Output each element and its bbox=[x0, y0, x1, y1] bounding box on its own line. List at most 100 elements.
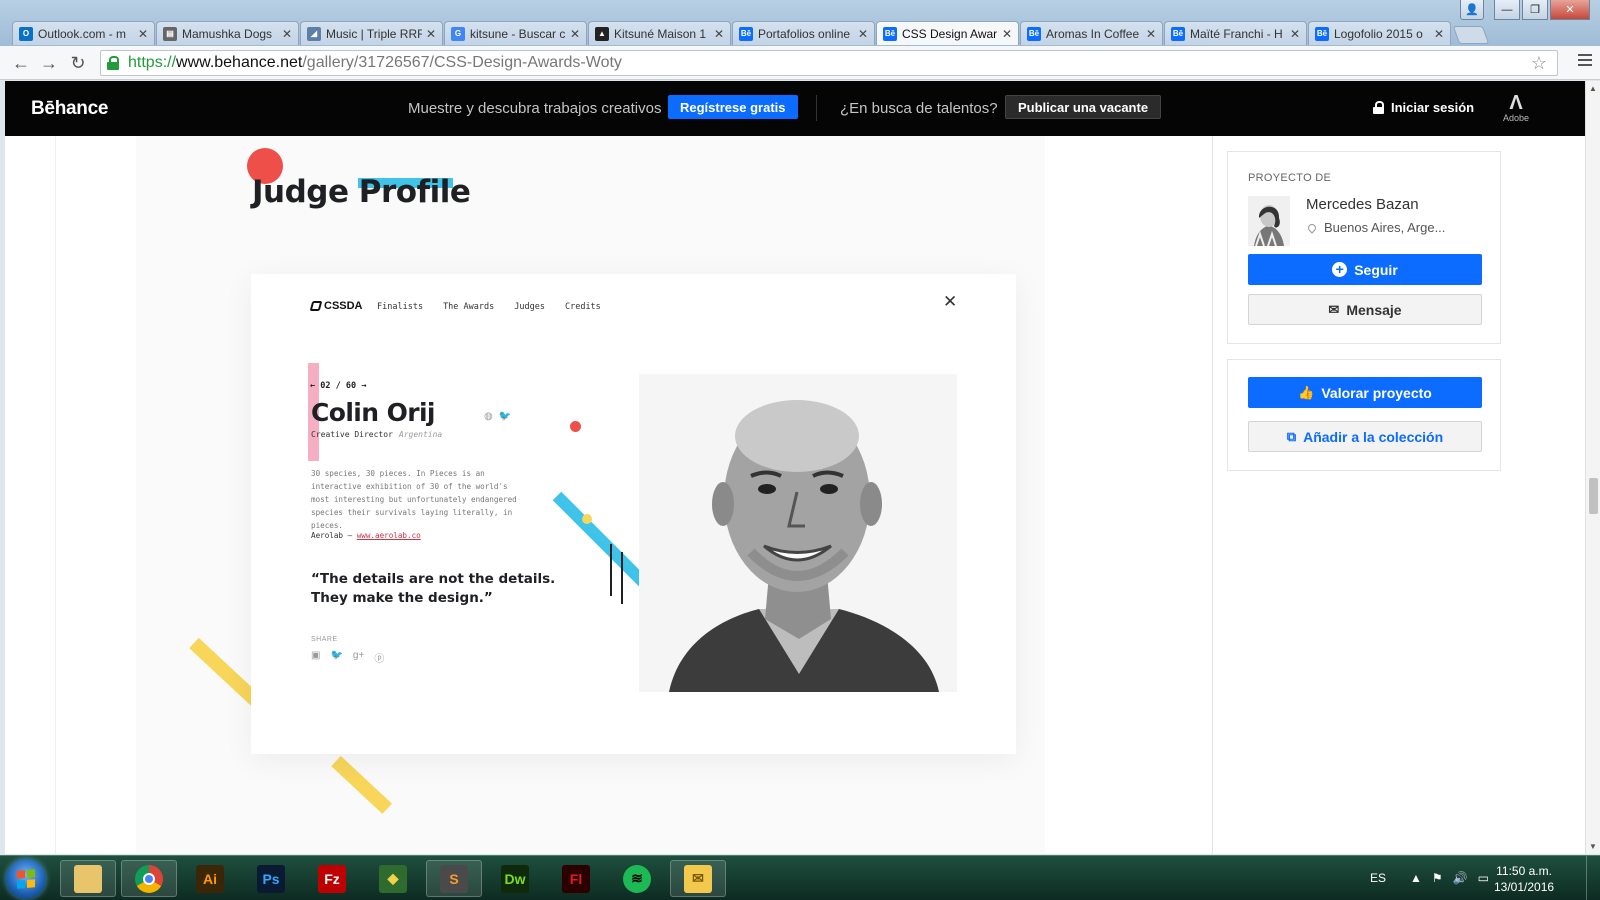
clock[interactable]: 11:50 a.m. 13/01/2016 bbox=[1494, 863, 1554, 895]
taskbar-app[interactable]: Dw bbox=[487, 860, 543, 897]
prev-arrow-icon[interactable]: ← bbox=[310, 381, 315, 391]
volume-icon[interactable]: 🔊 bbox=[1453, 871, 1468, 885]
reload-button[interactable]: ↻ bbox=[67, 52, 89, 74]
register-button[interactable]: Regístrese gratis bbox=[668, 95, 798, 119]
taskbar-app[interactable]: S bbox=[426, 860, 482, 897]
share-googleplus-icon[interactable]: g+ bbox=[353, 650, 364, 665]
tab-label: Aromas In Coffee bbox=[1046, 26, 1140, 41]
browser-tab[interactable]: ◢ Music | Triple RRF ✕ bbox=[300, 21, 443, 45]
tab-close-icon[interactable]: ✕ bbox=[282, 27, 292, 41]
scroll-up-icon[interactable]: ▲ bbox=[1589, 84, 1597, 93]
section-title: Judge Profile bbox=[252, 174, 471, 210]
tab-close-icon[interactable]: ✕ bbox=[858, 27, 868, 41]
show-desktop-button[interactable] bbox=[1586, 856, 1600, 900]
browser-tab[interactable]: ▤ Mamushka Dogs ✕ bbox=[156, 21, 299, 45]
company-name: Aerolab – bbox=[311, 531, 357, 540]
outlook-tb-icon: ✉ bbox=[684, 864, 712, 893]
url-scheme: https:// bbox=[128, 54, 177, 71]
taskbar-app[interactable]: ✉ bbox=[670, 860, 726, 897]
tab-close-icon[interactable]: ✕ bbox=[426, 27, 436, 41]
chrome-menu-icon[interactable] bbox=[1578, 54, 1592, 69]
browser-tab[interactable]: ▲ Kitsuné Maison 1 ✕ bbox=[588, 21, 731, 45]
scroll-down-icon[interactable]: ▼ bbox=[1589, 842, 1597, 851]
behance-logo[interactable]: Bēhance bbox=[31, 98, 108, 120]
close-window-button[interactable]: ✕ bbox=[1550, 0, 1590, 20]
owner-name[interactable]: Mercedes Bazan bbox=[1306, 196, 1419, 213]
card-nav-item[interactable]: Finalists bbox=[377, 302, 423, 312]
address-bar[interactable]: https:// www.behance.net /gallery/317265… bbox=[100, 50, 1558, 76]
github-icon[interactable]: ◍ bbox=[484, 411, 493, 422]
cssda-logo[interactable]: CSSDA bbox=[309, 300, 363, 312]
taskbar-app[interactable]: Ai bbox=[182, 860, 238, 897]
tab-close-icon[interactable]: ✕ bbox=[714, 27, 724, 41]
taskbar-app[interactable]: Ps bbox=[243, 860, 299, 897]
bookmark-star-icon[interactable]: ☆ bbox=[1531, 53, 1547, 74]
forward-button[interactable]: → bbox=[38, 52, 60, 74]
card-nav-item[interactable]: Judges bbox=[514, 302, 545, 312]
show-hidden-icons-icon[interactable]: ▲ bbox=[1410, 871, 1422, 885]
back-button[interactable]: ← bbox=[10, 52, 32, 74]
browser-tab[interactable]: Bē Portafolios online ✕ bbox=[732, 21, 875, 45]
judge-bio: 30 species, 30 pieces. In Pieces is an i… bbox=[311, 469, 517, 530]
appreciate-button[interactable]: 👍 Valorar proyecto bbox=[1248, 377, 1482, 408]
browser-tab[interactable]: O Outlook.com - m ✕ bbox=[12, 21, 155, 45]
taskbar-app[interactable]: Fl bbox=[548, 860, 604, 897]
browser-tab[interactable]: Gkitsune - Buscar c ✕ bbox=[444, 21, 587, 45]
browser-tab[interactable]: Bē Aromas In Coffee ✕ bbox=[1020, 21, 1163, 45]
new-tab-button[interactable] bbox=[1452, 26, 1490, 44]
login-link[interactable]: Iniciar sesión bbox=[1373, 100, 1474, 115]
twitter-icon[interactable]: 🐦 bbox=[499, 411, 511, 422]
follow-button[interactable]: + Seguir bbox=[1248, 254, 1482, 285]
minimize-button[interactable]: — bbox=[1494, 0, 1520, 20]
share-label: SHARE bbox=[311, 636, 338, 643]
share-pinterest-icon[interactable]: ⓟ bbox=[374, 650, 384, 665]
card-nav-item[interactable]: The Awards bbox=[443, 302, 494, 312]
page-icon: ▤ bbox=[163, 26, 177, 41]
taskbar-app[interactable]: ◆ bbox=[365, 860, 421, 897]
cssda-logo-text: CSSDA bbox=[324, 300, 363, 312]
tab-close-icon[interactable]: ✕ bbox=[1002, 27, 1012, 41]
dreamweaver-icon: Dw bbox=[501, 864, 529, 893]
browser-tab[interactable]: Bē Logofolio 2015 o ✕ bbox=[1308, 21, 1451, 45]
action-center-flag-icon[interactable]: ⚑ bbox=[1432, 871, 1443, 885]
company-website-link[interactable]: www.aerolab.co bbox=[357, 531, 421, 540]
card-close-icon[interactable]: ✕ bbox=[943, 292, 957, 312]
add-to-collection-button[interactable]: ⧉ Añadir a la colección bbox=[1248, 421, 1482, 452]
tab-close-icon[interactable]: ✕ bbox=[138, 27, 148, 41]
browser-tab[interactable]: Bē Maïté Franchi - H ✕ bbox=[1164, 21, 1307, 45]
location-pin-icon bbox=[1306, 221, 1318, 234]
post-job-button[interactable]: Publicar una vacante bbox=[1005, 95, 1162, 119]
tab-label: Logofolio 2015 o bbox=[1334, 26, 1423, 41]
login-label: Iniciar sesión bbox=[1391, 100, 1475, 115]
network-icon[interactable]: ▭ bbox=[1478, 871, 1489, 885]
tab-close-icon[interactable]: ✕ bbox=[1290, 27, 1300, 41]
decor-black-line bbox=[621, 552, 623, 604]
tab-close-icon[interactable]: ✕ bbox=[1434, 27, 1444, 41]
card-nav-item[interactable]: Credits bbox=[565, 302, 601, 312]
header-tagline: Muestre y descubra trabajos creativos bbox=[408, 100, 662, 117]
taskbar-app[interactable]: Fz bbox=[304, 860, 360, 897]
browser-tab[interactable]: Bē CSS Design Awar ✕ bbox=[876, 21, 1019, 45]
tab-label: kitsune - Buscar c bbox=[470, 26, 566, 41]
tab-label: Outlook.com - m bbox=[38, 26, 127, 41]
start-button[interactable] bbox=[6, 859, 46, 899]
add-collection-label: Añadir a la colección bbox=[1303, 428, 1444, 445]
taskbar-app[interactable]: ≋ bbox=[609, 860, 665, 897]
next-arrow-icon[interactable]: → bbox=[361, 381, 366, 391]
tab-close-icon[interactable]: ✕ bbox=[570, 27, 580, 41]
taskbar-app[interactable] bbox=[60, 860, 116, 897]
scroll-thumb[interactable] bbox=[1589, 478, 1598, 514]
profile-icon[interactable]: 👤 bbox=[1460, 0, 1484, 20]
message-button[interactable]: ✉ Mensaje bbox=[1248, 294, 1482, 325]
judge-role-line: Creative Director Argentina bbox=[311, 430, 442, 439]
maximize-button[interactable]: ❐ bbox=[1522, 0, 1548, 20]
adobe-logo[interactable]: Λ Adobe bbox=[1503, 93, 1529, 123]
share-twitter-icon[interactable]: 🐦 bbox=[330, 650, 342, 665]
tab-close-icon[interactable]: ✕ bbox=[1146, 27, 1156, 41]
share-facebook-icon[interactable]: ▣ bbox=[311, 650, 320, 665]
tray-icons: ▲ ⚑ 🔊 ▭ bbox=[1410, 871, 1489, 885]
page-scrollbar[interactable]: ▲ ▼ bbox=[1585, 81, 1600, 854]
owner-avatar[interactable] bbox=[1248, 196, 1290, 246]
language-indicator[interactable]: ES bbox=[1370, 871, 1386, 885]
taskbar-app[interactable] bbox=[121, 860, 177, 897]
